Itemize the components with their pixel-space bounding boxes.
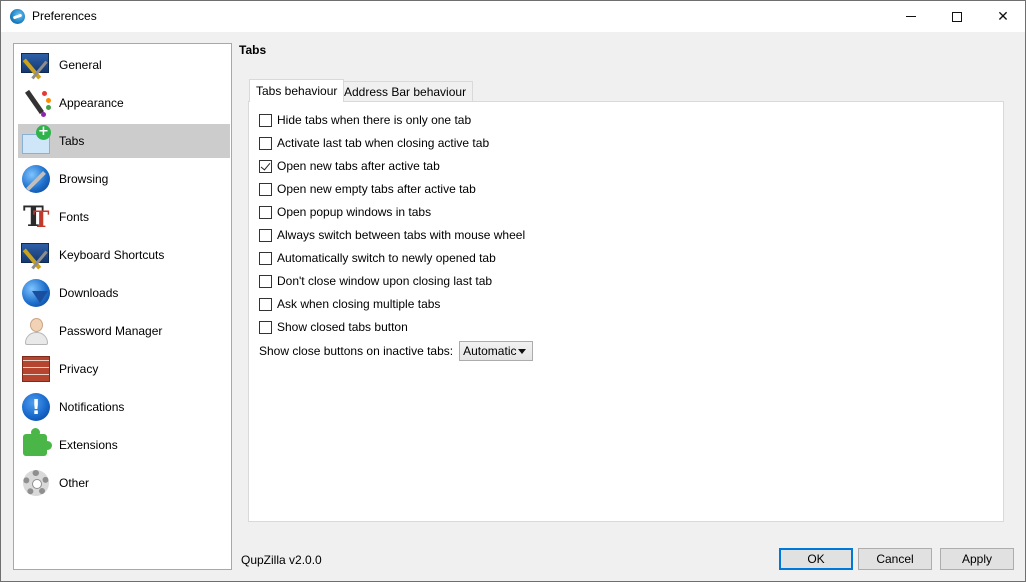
checkbox[interactable] [259,320,272,334]
sidebar-item-other[interactable]: Other [18,466,230,500]
checkbox[interactable] [259,113,272,127]
checkbox[interactable] [259,182,272,196]
minimize-button[interactable] [888,1,934,32]
apply-button-label: Apply [961,552,993,566]
qupzilla-app-icon [10,9,25,24]
option-open-empty-tabs-after-active[interactable]: Open new empty tabs after active tab [259,180,476,198]
preferences-window: Preferences ✕ General Appearance + Tabs … [0,0,1026,582]
close-icon: ✕ [997,8,1009,25]
option-label: Open popup windows in tabs [277,205,432,219]
close-button[interactable]: ✕ [980,1,1026,32]
option-hide-tabs-single[interactable]: Hide tabs when there is only one tab [259,111,471,129]
sidebar-item-label: Browsing [59,172,109,186]
option-label: Automatically switch to newly opened tab [277,251,496,265]
window-title: Preferences [32,9,97,23]
sidebar-item-notifications[interactable]: ! Notifications [18,390,230,424]
sidebar-item-label: General [59,58,102,72]
close-buttons-setting: Show close buttons on inactive tabs: Aut… [259,341,534,361]
option-ask-closing-multiple[interactable]: Ask when closing multiple tabs [259,295,440,313]
tab-address-bar-behaviour[interactable]: Address Bar behaviour [337,81,474,102]
checkbox[interactable] [259,205,272,219]
checkbox[interactable] [259,136,272,150]
other-icon [20,467,52,499]
tab-label: Tabs behaviour [256,84,338,98]
checkbox[interactable] [259,274,272,288]
sidebar-item-label: Extensions [59,438,118,452]
checkbox[interactable] [259,251,272,265]
tab-tabs-behaviour[interactable]: Tabs behaviour [249,79,345,102]
option-label: Open new empty tabs after active tab [277,182,476,196]
tab-label: Address Bar behaviour [344,85,467,99]
sidebar-item-keyboard-shortcuts[interactable]: Keyboard Shortcuts [18,238,230,272]
minimize-icon [906,16,916,17]
option-open-new-tabs-after-active[interactable]: Open new tabs after active tab [259,157,440,175]
sidebar-item-general[interactable]: General [18,48,230,82]
page-title: Tabs [239,43,267,57]
sidebar-item-label: Keyboard Shortcuts [59,248,165,262]
general-icon [20,49,52,81]
option-switch-tabs-mouse-wheel[interactable]: Always switch between tabs with mouse wh… [259,226,525,244]
sidebar-item-tabs[interactable]: + Tabs [18,124,230,158]
browsing-icon [20,163,52,195]
sidebar-item-password-manager[interactable]: Password Manager [18,314,230,348]
option-switch-to-new-tab[interactable]: Automatically switch to newly opened tab [259,249,496,267]
sidebar-item-appearance[interactable]: Appearance [18,86,230,120]
apply-button[interactable]: Apply [940,548,1014,570]
appearance-icon [20,87,52,119]
option-label: Always switch between tabs with mouse wh… [277,228,526,242]
sidebar-item-label: Privacy [59,362,99,376]
option-label: Hide tabs when there is only one tab [277,113,472,127]
close-buttons-select[interactable]: Automatic [459,341,534,361]
sidebar-item-label: Downloads [59,286,119,300]
extensions-icon [20,428,52,461]
option-label: Open new tabs after active tab [277,159,440,173]
cancel-button-label: Cancel [876,552,914,566]
preferences-sidebar: General Appearance + Tabs Browsing T T F… [13,43,232,570]
sidebar-item-downloads[interactable]: Downloads [18,276,230,310]
sidebar-item-label: Password Manager [59,324,163,338]
fonts-icon: TT [23,200,50,233]
option-label: Activate last tab when closing active ta… [277,136,490,150]
option-label: Don't close window upon closing last tab [277,274,493,288]
password-manager-icon [20,315,52,347]
ok-button-label: OK [807,552,825,566]
chevron-down-icon [518,349,527,354]
checkbox[interactable] [259,228,272,242]
sidebar-item-label: Tabs [59,134,85,148]
maximize-button[interactable] [934,1,980,32]
keyboard-shortcuts-icon [20,239,52,271]
sidebar-item-label: Notifications [59,400,125,414]
title-bar: Preferences ✕ [1,1,1025,32]
version-label: QupZilla v2.0.0 [241,553,322,567]
downloads-icon [20,277,52,309]
tabs-icon: + [20,125,52,157]
option-activate-last-tab[interactable]: Activate last tab when closing active ta… [259,134,489,152]
sidebar-item-privacy[interactable]: Privacy [18,352,230,386]
option-label: Ask when closing multiple tabs [277,297,441,311]
option-dont-close-window[interactable]: Don't close window upon closing last tab [259,272,492,290]
checkbox-checked[interactable] [259,159,272,173]
maximize-icon [952,11,962,22]
select-value: Automatic [463,344,517,358]
privacy-icon [20,353,52,385]
sidebar-item-extensions[interactable]: Extensions [18,428,230,462]
option-open-popup-in-tabs[interactable]: Open popup windows in tabs [259,203,431,221]
option-label: Show closed tabs button [277,320,408,334]
sidebar-item-label: Fonts [59,210,90,224]
sidebar-item-fonts[interactable]: TT Fonts [18,200,230,234]
ok-button[interactable]: OK [779,548,853,570]
cancel-button[interactable]: Cancel [858,548,932,570]
sidebar-item-label: Appearance [59,96,124,110]
checkbox[interactable] [259,297,272,311]
sidebar-item-label: Other [59,476,90,490]
close-buttons-label: Show close buttons on inactive tabs: [259,344,454,358]
sidebar-item-browsing[interactable]: Browsing [18,162,230,196]
option-show-closed-tabs-button[interactable]: Show closed tabs button [259,318,408,336]
notifications-icon: ! [20,391,52,423]
